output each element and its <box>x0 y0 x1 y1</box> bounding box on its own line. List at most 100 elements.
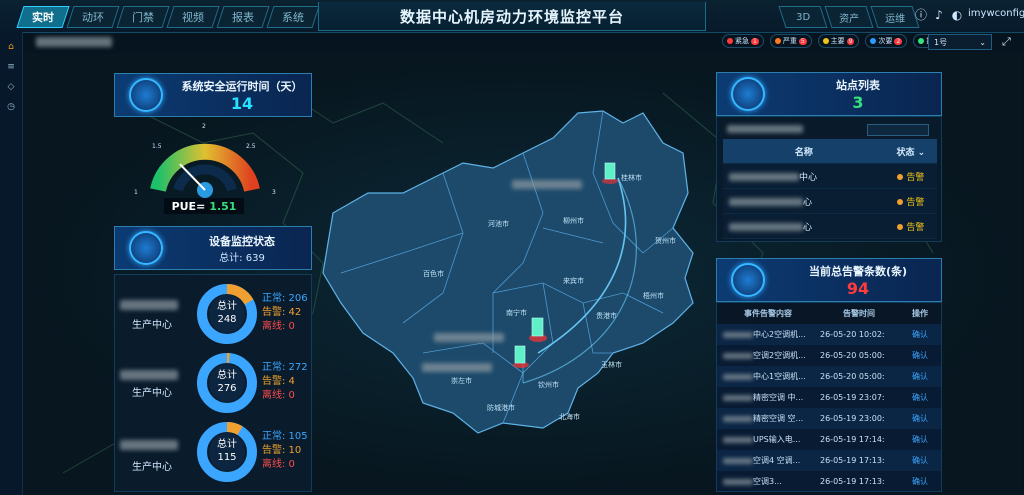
table-row[interactable]: 精密空调 中... 26-05-19 23:07: 确认 <box>717 387 941 408</box>
alert-icon[interactable]: ⓘ <box>914 8 928 22</box>
tab-power-env[interactable]: 动环 <box>66 6 120 28</box>
alarm-content: 空调3... <box>753 477 782 486</box>
filter-label: 次要 <box>878 37 893 45</box>
col-status[interactable]: 状态 ⌄ <box>884 139 937 164</box>
tab-label: 运维 <box>885 13 905 25</box>
table-row[interactable]: 精密空调 空... 26-05-19 23:00: 确认 <box>717 408 941 429</box>
province-map: 桂林市 河池市 柳州市 贺州市 百色市 来宾市 梧州市 南宁市 贵港市 玉林市 … <box>322 110 694 434</box>
donut-total: 276 <box>217 383 237 394</box>
alarm-time: 26-05-19 17:13: <box>819 450 899 471</box>
stat-offline: 离线: 0 <box>262 321 295 332</box>
tab-access[interactable]: 门禁 <box>116 6 170 28</box>
confirm-link[interactable]: 确认 <box>899 471 941 491</box>
minor-dot-icon <box>822 38 829 44</box>
alarm-content: 精密空调 中... <box>753 393 804 402</box>
alarm-content: 中心1空调机... <box>753 372 806 381</box>
alarm-content-redacted <box>723 373 753 380</box>
tab-label: 门禁 <box>132 11 154 24</box>
marker-pin-icon <box>604 162 616 180</box>
alarm-time: 26-05-20 05:00: <box>819 366 899 387</box>
fullscreen-icon[interactable]: ⤢ <box>1002 35 1011 49</box>
table-row[interactable]: 心 告警 <box>723 213 937 239</box>
alarm-content: 中心2空调机... <box>753 330 806 339</box>
site-status: 告警 <box>906 197 925 208</box>
site-name-cell: 中心 <box>723 163 885 189</box>
home-icon[interactable]: ⌂ <box>6 42 16 52</box>
donut-label: 总计 <box>217 439 237 450</box>
confirm-link[interactable]: 确认 <box>899 345 941 366</box>
site-table: 名称 状态 ⌄ 中心 告警 心 告警 心 告警 <box>723 139 937 239</box>
alarm-content: UPS输入电... <box>753 435 801 444</box>
table-row[interactable]: 中心 告警 <box>723 163 937 189</box>
tab-label: 资产 <box>839 13 859 25</box>
col-name: 名称 <box>723 139 885 164</box>
confirm-link[interactable]: 确认 <box>899 429 941 450</box>
site-label-redacted <box>434 333 504 342</box>
table-row[interactable]: UPS输入电... 26-05-19 17:14: 确认 <box>717 429 941 450</box>
site-name: 心 <box>803 222 813 233</box>
tab-report[interactable]: 报表 <box>216 6 270 28</box>
username[interactable]: imywconfig <box>968 8 1024 19</box>
site-list-header: 站点列表 3 <box>775 77 941 112</box>
site-name-cell: 心 <box>723 213 885 239</box>
site-name: 心 <box>803 197 813 208</box>
alarm-content: 精密空调 空... <box>753 414 804 423</box>
alarm-content-cell: 精密空调 空... <box>717 408 819 429</box>
tab-ops[interactable]: 运维 <box>870 6 920 28</box>
marker-pin-icon <box>531 317 544 337</box>
table-row[interactable]: 中心1空调机... 26-05-20 05:00: 确认 <box>717 366 941 387</box>
alarm-title: 当前总告警条数(条) <box>808 264 908 278</box>
clock-icon[interactable]: ◷ <box>6 102 16 112</box>
filter-minor[interactable]: 主要 9 <box>817 34 860 48</box>
status-dot-icon <box>897 173 904 180</box>
donut-total: 248 <box>217 314 237 325</box>
tab-assets[interactable]: 资产 <box>824 6 874 28</box>
confirm-link[interactable]: 确认 <box>899 366 941 387</box>
site-search-input[interactable] <box>867 124 929 136</box>
alarm-content-redacted <box>723 331 753 338</box>
donut-center: 总计 115 <box>209 433 245 471</box>
volume-icon[interactable]: ♪ <box>932 8 946 22</box>
alarm-content-cell: 中心2空调机... <box>717 324 819 345</box>
confirm-link[interactable]: 确认 <box>899 408 941 429</box>
filter-major[interactable]: 严重 5 <box>769 34 812 48</box>
gauge-tick: 3 <box>272 189 276 196</box>
confirm-link[interactable]: 确认 <box>899 324 941 345</box>
uptime-panel: 系统安全运行时间（天） 14 <box>114 73 312 117</box>
alarm-content-cell: 空调2空调机... <box>717 345 819 366</box>
group-label-redacted <box>120 300 178 310</box>
table-row[interactable]: 空调4 空调... 26-05-19 17:13: 确认 <box>717 450 941 471</box>
site-select[interactable]: 1号 ⌄ <box>928 34 992 50</box>
critical-dot-icon <box>727 38 733 44</box>
tab-video[interactable]: 视频 <box>166 6 220 28</box>
stat-warn: 告警: 42 <box>262 307 302 318</box>
city-label: 玉林市 <box>601 360 622 369</box>
tag-icon[interactable]: ◇ <box>6 82 16 92</box>
confirm-link[interactable]: 确认 <box>899 450 941 471</box>
confirm-link[interactable]: 确认 <box>899 387 941 408</box>
alarm-time: 26-05-20 10:02: <box>819 324 899 345</box>
table-row[interactable]: 心 告警 <box>723 188 937 214</box>
user-icon[interactable]: ◐ <box>950 8 964 22</box>
device-total: 总计: 639 <box>219 252 265 264</box>
group-stats: 正常: 105 告警: 10 离线: 0 <box>262 430 308 472</box>
tab-system[interactable]: 系统 <box>266 6 320 28</box>
tab-label: 报表 <box>232 11 254 24</box>
tab-label: 实时 <box>32 11 54 24</box>
list-icon[interactable]: ≡ <box>6 62 16 72</box>
table-header: 事件告警内容 告警时间 操作 <box>717 303 941 324</box>
table-row[interactable]: 空调2空调机... 26-05-20 05:00: 确认 <box>717 345 941 366</box>
table-row[interactable]: 中心2空调机... 26-05-20 10:02: 确认 <box>717 324 941 345</box>
filter-secondary[interactable]: 次要 2 <box>865 34 908 48</box>
donut-label: 总计 <box>217 370 237 381</box>
tab-realtime[interactable]: 实时 <box>16 6 70 28</box>
site-label-redacted <box>512 180 582 189</box>
filter-critical[interactable]: 紧急 1 <box>722 34 764 48</box>
search-redacted <box>727 125 803 133</box>
tab-3d[interactable]: 3D <box>778 6 828 28</box>
uptime-value: 14 <box>230 93 254 113</box>
stat-offline: 离线: 0 <box>262 459 295 470</box>
device-title: 设备监控状态 <box>209 234 275 248</box>
table-row[interactable]: 空调3... 26-05-19 17:13: 确认 <box>717 471 941 491</box>
alarm-content-cell: 中心1空调机... <box>717 366 819 387</box>
